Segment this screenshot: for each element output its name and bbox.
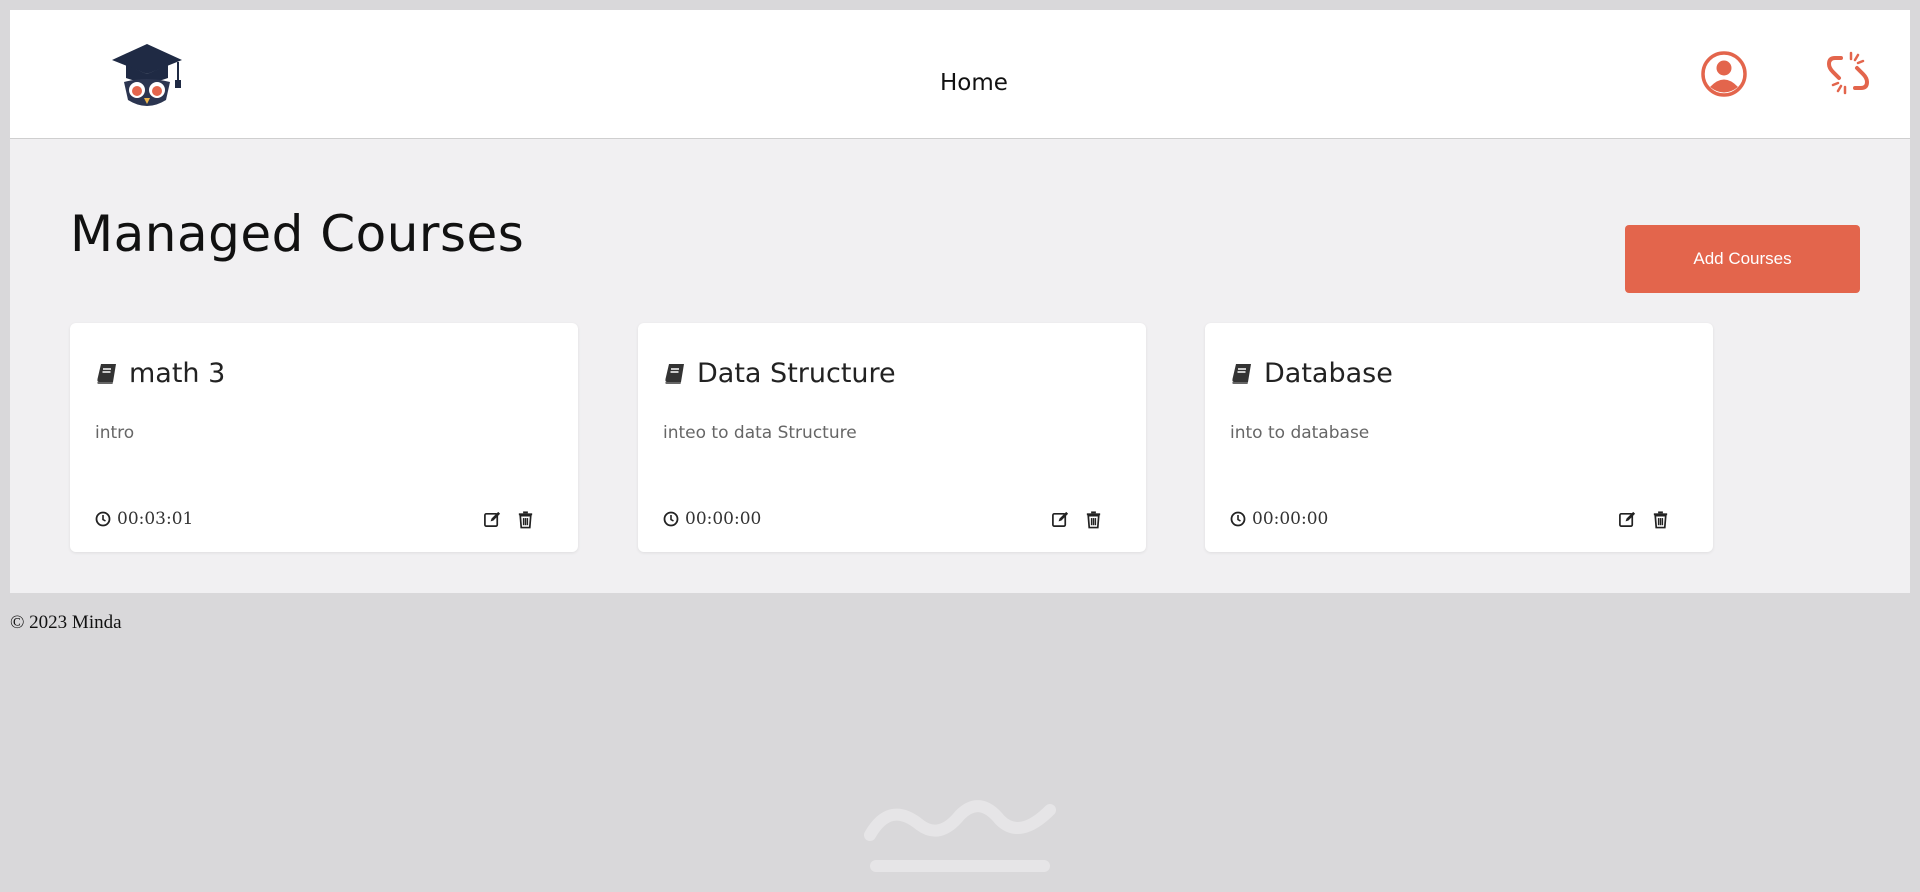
clock-icon [1230,511,1246,527]
course-footer: 00:03:01 [95,509,535,529]
page-title: Managed Courses [70,205,525,263]
add-courses-button[interactable]: Add Courses [1625,225,1860,293]
logo-icon[interactable] [110,40,184,112]
book-icon [97,363,116,384]
course-duration: 00:00:00 [1252,509,1329,529]
footer-copyright: © 2023 Minda [10,612,122,633]
trash-icon[interactable] [516,510,535,529]
trash-icon[interactable] [1084,510,1103,529]
edit-icon[interactable] [1051,510,1070,529]
course-name: Data Structure [697,358,896,389]
app-frame: Home Managed Courses Add Courses math 3 … [10,10,1910,593]
watermark-logo [864,800,1056,872]
course-card[interactable]: Data Structure inteo to data Structure 0… [638,323,1146,552]
nav-home-link[interactable]: Home [940,70,1008,96]
course-actions [1051,510,1103,529]
trash-icon[interactable] [1651,510,1670,529]
edit-icon[interactable] [483,510,502,529]
course-name: math 3 [129,358,226,389]
course-actions [483,510,535,529]
course-title: Database [1230,358,1393,389]
edit-icon[interactable] [1618,510,1637,529]
course-duration: 00:00:00 [685,509,762,529]
course-title: Data Structure [663,358,896,389]
user-circle-icon[interactable] [1700,50,1748,98]
course-title: math 3 [95,358,225,389]
clock-icon [663,511,679,527]
book-icon [665,363,684,384]
clock-icon [95,511,111,527]
course-card[interactable]: Database into to database 00:00:00 [1205,323,1713,552]
course-description: into to database [1230,423,1370,443]
course-description: intro [95,423,135,443]
course-footer: 00:00:00 [663,509,1103,529]
course-footer: 00:00:00 [1230,509,1670,529]
course-description: inteo to data Structure [663,423,857,443]
course-actions [1618,510,1670,529]
course-name: Database [1264,358,1393,389]
course-card[interactable]: math 3 intro 00:03:01 [70,323,578,552]
navbar: Home [10,10,1910,139]
course-duration: 00:03:01 [117,509,194,529]
broken-link-icon[interactable] [1825,50,1871,96]
book-icon [1232,363,1251,384]
